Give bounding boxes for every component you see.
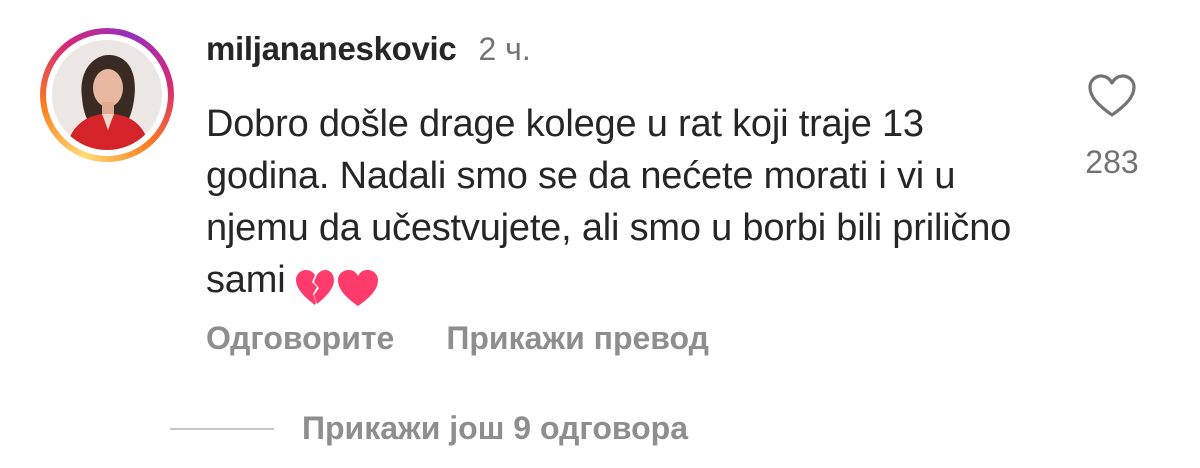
view-replies-button[interactable]: Прикажи још 9 одговора [170,410,688,447]
pink-heart-emoji [337,260,379,312]
see-translation-button[interactable]: Прикажи превод [446,320,709,357]
comment-body: Dobro došle drage kolege u rat koji traj… [206,98,1036,312]
comment: miljananeskovic 2 ч. Dobro došle drage k… [0,0,1200,468]
reply-button[interactable]: Одговорите [206,320,394,357]
comment-actions: Одговорите Прикажи превод [206,320,709,357]
avatar-portrait [52,40,162,150]
timestamp: 2 ч. [478,31,531,67]
broken-heart-emoji [295,260,335,312]
avatar[interactable] [52,40,162,150]
view-replies-label: Прикажи још 9 одговора [302,410,688,446]
heart-outline-icon[interactable] [1087,74,1137,118]
username[interactable]: miljananeskovic [206,30,457,68]
like-count[interactable]: 283 [1072,144,1152,181]
avatar-story-ring[interactable] [40,28,174,162]
like-area: 283 [1072,74,1152,181]
comment-meta: miljananeskovic 2 ч. [206,30,531,68]
replies-divider-line [170,427,274,430]
